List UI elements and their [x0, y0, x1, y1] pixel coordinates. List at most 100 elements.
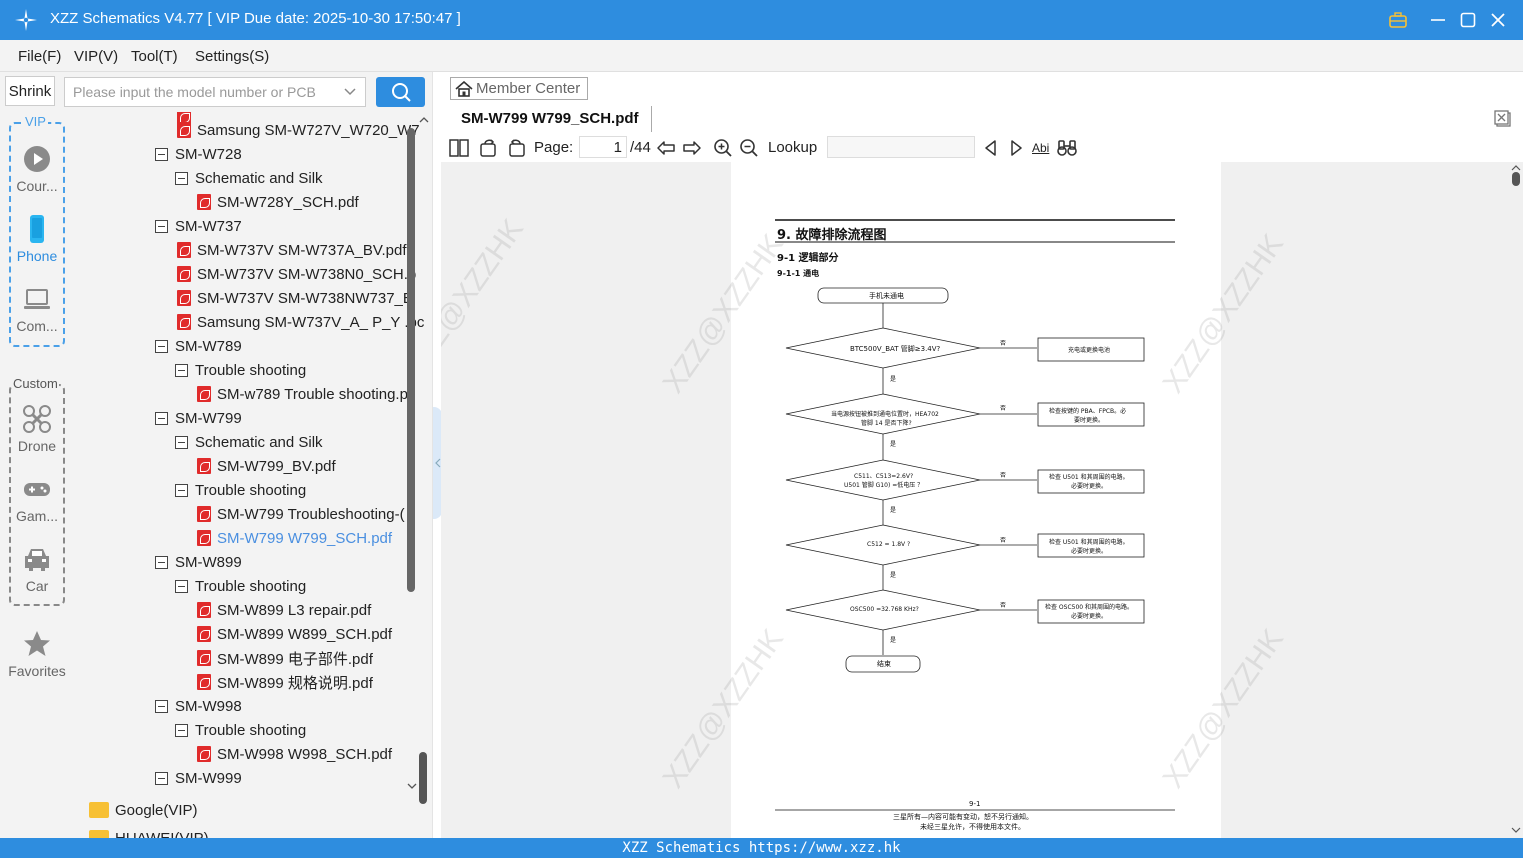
viewer-scroll-up-icon[interactable]: [1510, 164, 1522, 172]
tree-file-selected[interactable]: SM-W799 W799_SCH.pdf: [197, 526, 392, 550]
zoom-in-icon[interactable]: [713, 138, 733, 158]
search-input[interactable]: Please input the model number or PCB: [64, 77, 366, 107]
close-all-tabs-icon[interactable]: [1494, 110, 1512, 128]
page-number-input[interactable]: 1: [579, 136, 627, 158]
binoculars-icon[interactable]: [1057, 138, 1077, 158]
category-drone[interactable]: Drone: [0, 404, 74, 454]
minimize-icon[interactable]: [1426, 8, 1450, 32]
tree-label: SM-W899 W899_SCH.pdf: [217, 625, 393, 643]
next-page-icon[interactable]: [682, 138, 702, 158]
flow-yes-label: 是: [890, 637, 897, 644]
collapse-icon[interactable]: [155, 411, 168, 425]
find-next-icon[interactable]: [1006, 138, 1026, 158]
viewer-scroll-down-icon[interactable]: [1510, 826, 1522, 834]
tree-label: Trouble shooting: [195, 577, 307, 595]
category-favorites[interactable]: Favorites: [0, 629, 74, 679]
maximize-icon[interactable]: [1456, 8, 1480, 32]
rotate-left-icon[interactable]: [506, 138, 526, 158]
pdf-icon: [197, 626, 211, 642]
menu-vip[interactable]: VIP(V): [74, 48, 118, 65]
two-page-view-icon[interactable]: [449, 138, 469, 158]
tree-label: SM-W799 W799_SCH.pdf: [217, 529, 393, 547]
vip-briefcase-icon[interactable]: [1386, 8, 1410, 32]
tree-node[interactable]: SM-W899: [155, 550, 242, 574]
tree-folder[interactable]: HUAWEI(VIP): [89, 826, 209, 838]
tree-file[interactable]: Samsung SM-W737V_A_ P_Y .pc: [177, 310, 424, 334]
flow-action-2a: 检查按键的 PBA、FPCB。必: [1049, 408, 1127, 415]
collapse-icon[interactable]: [175, 723, 188, 737]
tree-file[interactable]: SM-W737V SM-W737A_BV.pdf: [177, 238, 407, 262]
tree-file[interactable]: SM-W899 L3 repair.pdf: [197, 598, 371, 622]
tree-file[interactable]: SM-W799_BV.pdf: [197, 454, 336, 478]
chevron-down-icon[interactable]: [343, 85, 357, 99]
scroll-down-icon[interactable]: [406, 780, 418, 792]
category-computer[interactable]: Com...: [0, 284, 74, 334]
collapse-icon[interactable]: [155, 771, 168, 785]
collapse-icon[interactable]: [175, 171, 188, 185]
tree-file[interactable]: SM-W899 规格说明.pdf: [197, 670, 373, 694]
tree-node[interactable]: Trouble shooting: [175, 358, 306, 382]
tree-file[interactable]: SM-w789 Trouble shooting.p: [197, 382, 408, 406]
collapse-icon[interactable]: [175, 579, 188, 593]
vip-group-label: VIP: [23, 114, 48, 129]
tree-node[interactable]: SM-W999: [155, 766, 242, 790]
menu-file[interactable]: File(F): [18, 48, 61, 65]
viewer-scrollbar-thumb[interactable]: [1512, 172, 1520, 186]
pdf-icon: [177, 122, 191, 138]
search-button[interactable]: [376, 77, 425, 107]
tab-document[interactable]: SM-W799 W799_SCH.pdf: [449, 106, 652, 132]
find-previous-icon[interactable]: [981, 138, 1001, 158]
member-center-button[interactable]: Member Center: [450, 77, 588, 100]
previous-page-icon[interactable]: [656, 138, 676, 158]
tree-node[interactable]: Schematic and Silk: [175, 430, 323, 454]
category-car[interactable]: Car: [0, 544, 74, 594]
pdf-viewer[interactable]: 9. 故障排除流程图 9-1 逻辑部分 9-1-1 通电 手机未通电 BTC50…: [441, 162, 1523, 838]
scroll-up-icon[interactable]: [418, 114, 430, 126]
collapse-icon[interactable]: [175, 435, 188, 449]
menu-tool[interactable]: Tool(T): [131, 48, 178, 65]
tree-file[interactable]: SM-W899 W899_SCH.pdf: [197, 622, 392, 646]
tree-file[interactable]: SM-W799 Troubleshooting-(: [197, 502, 405, 526]
tree-scrollbar-thumb[interactable]: [407, 128, 415, 592]
tree-file[interactable]: SM-W899 电子部件.pdf: [197, 646, 373, 670]
flow-question-2a: 当电源按钮被推到通电位置时，HEA702: [831, 411, 939, 418]
tree-node[interactable]: Schematic and Silk: [175, 166, 323, 190]
zoom-out-icon[interactable]: [739, 138, 759, 158]
category-course[interactable]: Cour...: [0, 144, 74, 194]
collapse-icon[interactable]: [175, 363, 188, 377]
tree-node[interactable]: SM-W728: [155, 142, 242, 166]
lookup-input[interactable]: [827, 136, 975, 158]
tab-strip: SM-W799 W799_SCH.pdf: [441, 106, 1523, 134]
tree-file[interactable]: Samsung SM-W727V_W720_W7: [177, 118, 420, 142]
tree-node[interactable]: SM-W799: [155, 406, 242, 430]
collapse-icon[interactable]: [155, 699, 168, 713]
tree-folder[interactable]: Google(VIP): [89, 798, 198, 822]
home-icon: [455, 80, 473, 97]
category-phone[interactable]: Phone: [0, 214, 74, 264]
pdf-icon: [177, 242, 191, 258]
match-case-icon[interactable]: Abi: [1032, 141, 1049, 155]
menu-settings[interactable]: Settings(S): [195, 48, 269, 65]
collapse-icon[interactable]: [155, 555, 168, 569]
collapse-icon[interactable]: [155, 147, 168, 161]
close-icon[interactable]: [1486, 8, 1510, 32]
tree-node[interactable]: Trouble shooting: [175, 574, 306, 598]
tree-file[interactable]: SM-W728Y_SCH.pdf: [197, 190, 359, 214]
category-label: Favorites: [8, 663, 66, 679]
tree-file[interactable]: SM-W737V SM-W738N0_SCH.p: [177, 262, 416, 286]
tree-file[interactable]: SM-W998 W998_SCH.pdf: [197, 742, 392, 766]
tree-node[interactable]: SM-W737: [155, 214, 242, 238]
shrink-button[interactable]: Shrink: [5, 76, 55, 106]
tree-node[interactable]: SM-W789: [155, 334, 242, 358]
tree-node[interactable]: SM-W998: [155, 694, 242, 718]
rotate-right-icon[interactable]: [479, 138, 499, 158]
category-game[interactable]: Gam...: [0, 474, 74, 524]
tree-node[interactable]: Trouble shooting: [175, 478, 306, 502]
collapse-icon[interactable]: [175, 483, 188, 497]
outer-scrollbar-thumb[interactable]: [419, 752, 427, 804]
tree-file[interactable]: SM-W737V SM-W738NW737_B: [177, 286, 413, 310]
collapse-icon[interactable]: [155, 339, 168, 353]
tree-node[interactable]: Trouble shooting: [175, 718, 306, 742]
collapse-icon[interactable]: [155, 219, 168, 233]
panel-splitter[interactable]: [432, 72, 442, 838]
